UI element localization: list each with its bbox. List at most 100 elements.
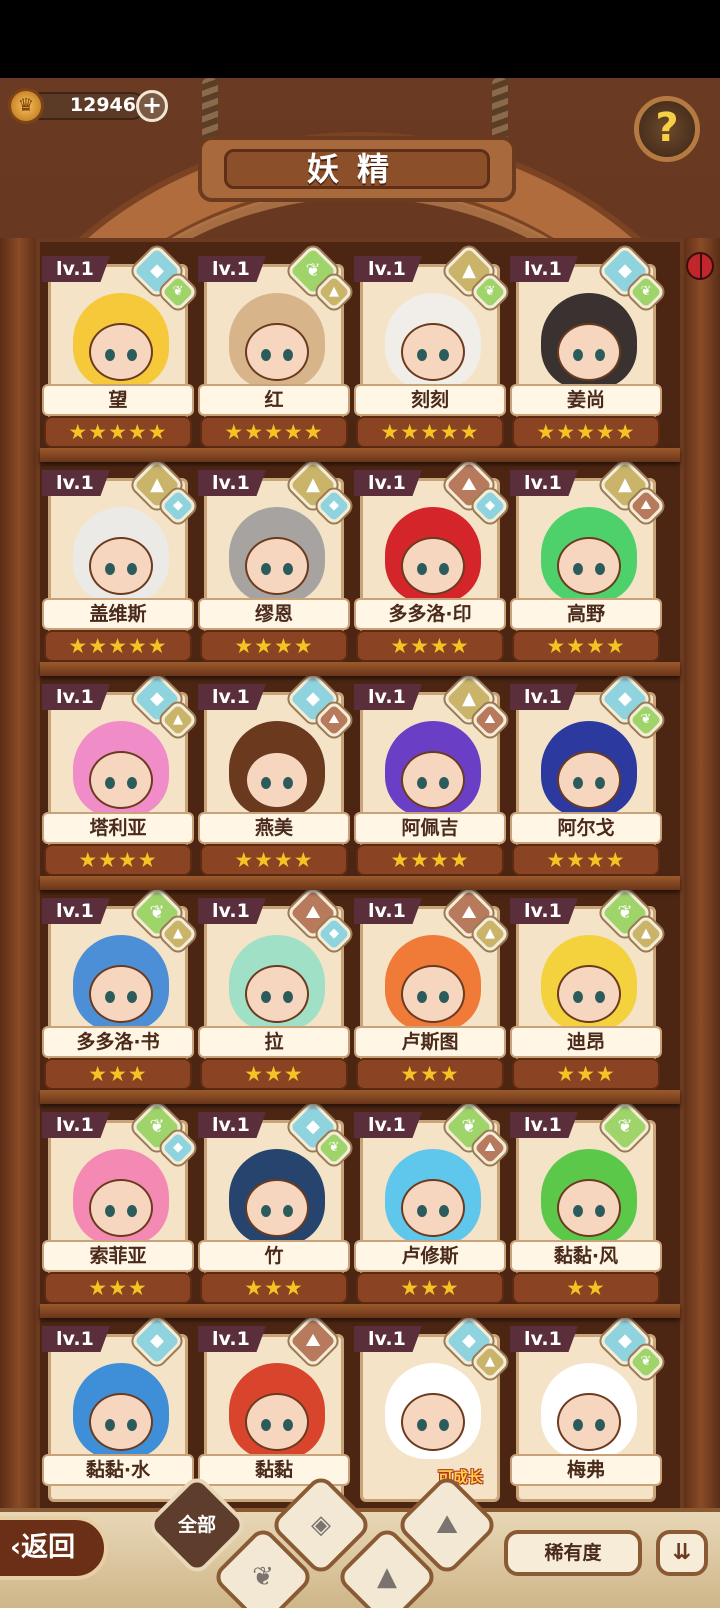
character-eye [417,1419,427,1431]
fairy-card[interactable]: lv.1 ❦ ▲ 多多洛·书 ★★★ [42,886,198,1094]
back-button[interactable]: ‹返回 [0,1516,108,1580]
level-label: lv.1 [198,256,266,282]
level-label: lv.1 [510,470,578,496]
fairy-card[interactable]: lv.1⛰▲可成长卢斯图★★★ [354,886,510,1094]
fairy-name: 索菲亚 [42,1240,194,1272]
star-rating: ★★★★ [44,844,192,876]
fairy-card[interactable]: lv.1 ❦ ◆ 索菲亚 ★★★ [42,1100,198,1308]
fairy-card[interactable]: lv.1 ❦ 黏黏·风 ★★ [510,1100,662,1308]
mountain-icon: ⛰ [436,1510,458,1540]
fairy-name: 阿佩吉 [354,812,506,844]
character-eye [573,349,583,361]
fairy-card[interactable]: lv.1◆❦可成长梅弗 [510,1314,666,1522]
ladybug-icon[interactable] [686,252,714,280]
character-face [89,537,153,595]
character-eye [439,349,449,361]
character-face [245,323,309,381]
character-face [401,1179,465,1237]
character-eye [127,349,137,361]
status-bar [0,0,720,78]
question-icon: ? [655,105,679,151]
fairy-name: 黏黏·风 [510,1240,662,1272]
character-eye [417,1205,427,1217]
star-rating: ★★★ [356,1272,504,1304]
fairy-name: 卢斯图 [354,1026,506,1058]
level-label: lv.1 [42,470,110,496]
fairy-name: 高野 [510,598,662,630]
character-eye [127,1419,137,1431]
fairy-card[interactable]: lv.1 ◆ ❦ 竹 ★★★ [198,1100,354,1308]
rock-icon: ▲ [377,1562,397,1592]
character-eye [261,991,271,1003]
fairy-name: 塔利亚 [42,812,194,844]
character-face [401,323,465,381]
character-eye [283,1205,293,1217]
character-eye [595,349,605,361]
fairy-card[interactable]: lv.1 ▲ ◆ 盖维斯 ★★★★★ [42,458,198,666]
fairy-name: 黏黏·水 [42,1454,194,1486]
character-eye [595,777,605,789]
character-face [557,751,621,809]
level-label: lv.1 [510,1112,578,1138]
fairy-card[interactable]: lv.1 ◆ ❦ 姜尚 ★★★★★ [510,244,666,452]
fairy-card[interactable]: lv.1 ◆ ⛰ 燕美 ★★★★ [198,672,354,880]
character-eye [283,563,293,575]
fairy-name: 多多洛·书 [42,1026,194,1058]
character-face [245,965,309,1023]
sort-order-button[interactable]: ⇊ [656,1530,708,1576]
right-post [682,238,720,1598]
fairy-card[interactable]: lv.1 ▲ ❦ 刻刻 ★★★★★ [354,244,510,452]
fairy-card[interactable]: lv.1 ▲ ◆ 缪恩 ★★★★ [198,458,354,666]
character-eye [595,991,605,1003]
add-coins-button[interactable]: + [136,90,168,122]
star-rating: ★★★ [44,1272,192,1304]
wood-shelf [40,448,680,462]
character-eye [283,777,293,789]
fairy-card[interactable]: lv.1 ⛰ ◆ 多多洛·印 ★★★★ [354,458,510,666]
star-rating: ★★★ [512,1058,660,1090]
fairy-card[interactable]: lv.1 ⛰ ◆ 拉 ★★★ [198,886,354,1094]
character-eye [439,563,449,575]
left-post [0,238,38,1598]
level-label: lv.1 [510,1326,578,1352]
character-eye [417,991,427,1003]
character-eye [573,563,583,575]
character-eye [595,1419,605,1431]
fairy-name: 姜尚 [510,384,662,416]
fairy-card[interactable]: lv.1 ❦ ⛰ 卢修斯 ★★★ [354,1100,510,1308]
character-face [89,751,153,809]
character-eye [595,563,605,575]
character-face [89,1393,153,1451]
character-eye [283,991,293,1003]
level-label: lv.1 [510,256,578,282]
character-eye [127,991,137,1003]
fairy-name: 多多洛·印 [354,598,506,630]
character-eye [105,349,115,361]
fairy-card[interactable]: lv.1 ▲ ⛰ 阿佩吉 ★★★★ [354,672,510,880]
fairy-name: 望 [42,384,194,416]
fairy-name: 刻刻 [354,384,506,416]
character-eye [439,991,449,1003]
fairy-name: 红 [198,384,350,416]
fairy-card[interactable]: lv.1 ◆ ❦ 望 ★★★★★ [42,244,198,452]
star-rating: ★★★★ [200,630,348,662]
star-rating: ★★★★ [356,630,504,662]
fairy-card[interactable]: lv.1 ◆ ▲ 塔利亚 ★★★★ [42,672,198,880]
fairy-card[interactable]: lv.1 ❦ ▲ 红 ★★★★★ [198,244,354,452]
character-face [245,751,309,809]
fairy-card[interactable]: lv.1 ◆ ❦ 阿尔戈 ★★★★ [510,672,666,880]
coin-value: 12946 [69,94,136,116]
character-eye [261,349,271,361]
fairy-card[interactable]: lv.1 ❦ ▲ 迪昂 ★★★ [510,886,666,1094]
character-face [557,1179,621,1237]
help-button[interactable]: ? [634,96,700,162]
wood-shelf [40,876,680,890]
sort-icon: ⇊ [672,1540,692,1565]
character-eye [283,349,293,361]
rarity-sort-button[interactable]: 稀有度 [504,1530,642,1576]
fairy-card[interactable]: lv.1 ▲ ⛰ 高野 ★★★★ [510,458,666,666]
star-rating: ★★★ [44,1058,192,1090]
level-label: lv.1 [510,684,578,710]
level-label: lv.1 [42,898,110,924]
character-eye [595,1205,605,1217]
